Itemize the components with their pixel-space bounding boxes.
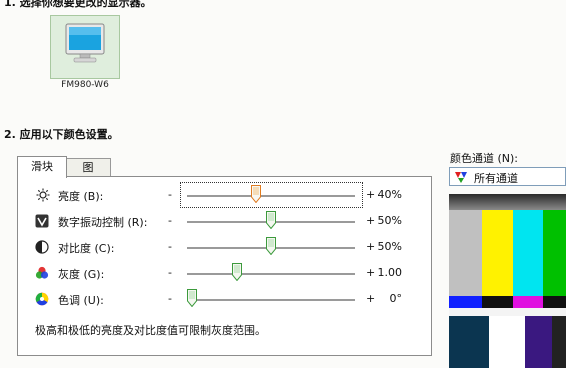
- tab-graph[interactable]: 图: [65, 158, 111, 177]
- tab-graph-label: 图: [82, 161, 94, 174]
- hue-value: 0°: [389, 292, 403, 305]
- channel-selected-value: 所有通道: [474, 172, 518, 185]
- gamma-thumb[interactable]: [232, 263, 242, 281]
- contrast-value: 50%: [377, 240, 402, 253]
- section-2-title: 2. 应用以下颜色设置。: [4, 128, 119, 141]
- digital-vibrance-minus: -: [168, 214, 172, 227]
- gamma-track[interactable]: [187, 273, 355, 276]
- hue-thumb[interactable]: [187, 289, 197, 307]
- monitor-icon: [65, 23, 105, 63]
- gamma-minus: -: [168, 266, 172, 279]
- brightness-minus: -: [168, 188, 172, 201]
- contrast-minus: -: [168, 240, 172, 253]
- digital-vibrance-thumb[interactable]: [266, 211, 276, 229]
- rgb-channels-icon: [455, 172, 467, 183]
- gamma-icon: [35, 266, 49, 279]
- brightness-value: 40%: [377, 188, 402, 201]
- monitor-name: FM980-W6: [61, 80, 109, 90]
- digital-vibrance-value: 50%: [377, 214, 402, 227]
- brightness-label: 亮度 (B):: [58, 190, 104, 203]
- hue-icon: [35, 292, 49, 306]
- brightness-track[interactable]: [187, 195, 355, 198]
- color-test-pattern: [449, 194, 566, 368]
- gamma-label: 灰度 (G):: [58, 268, 105, 281]
- gamma-value: 1.00: [377, 266, 403, 279]
- contrast-thumb[interactable]: [266, 237, 276, 255]
- section-1-title: 1. 选择你想要更改的显示器。: [4, 0, 152, 9]
- monitor-tile[interactable]: [50, 15, 120, 79]
- tab-sliders-label: 滑块: [31, 160, 53, 173]
- channel-select[interactable]: 所有通道: [449, 167, 566, 186]
- hue-track[interactable]: [187, 299, 355, 302]
- tab-sliders[interactable]: 滑块: [17, 156, 67, 178]
- brightness-thumb[interactable]: [251, 185, 261, 203]
- contrast-label: 对比度 (C):: [58, 242, 115, 255]
- range-note: 极高和极低的亮度及对比度值可限制灰度范围。: [35, 324, 266, 337]
- digital-vibrance-label: 数字振动控制 (R):: [58, 216, 148, 229]
- hue-label: 色调 (U):: [58, 294, 104, 307]
- contrast-icon: [35, 240, 49, 254]
- brightness-icon: [36, 188, 50, 202]
- channel-label: 颜色通道 (N):: [450, 152, 519, 165]
- hue-minus: -: [168, 292, 172, 305]
- digital-vibrance-icon: [35, 214, 49, 228]
